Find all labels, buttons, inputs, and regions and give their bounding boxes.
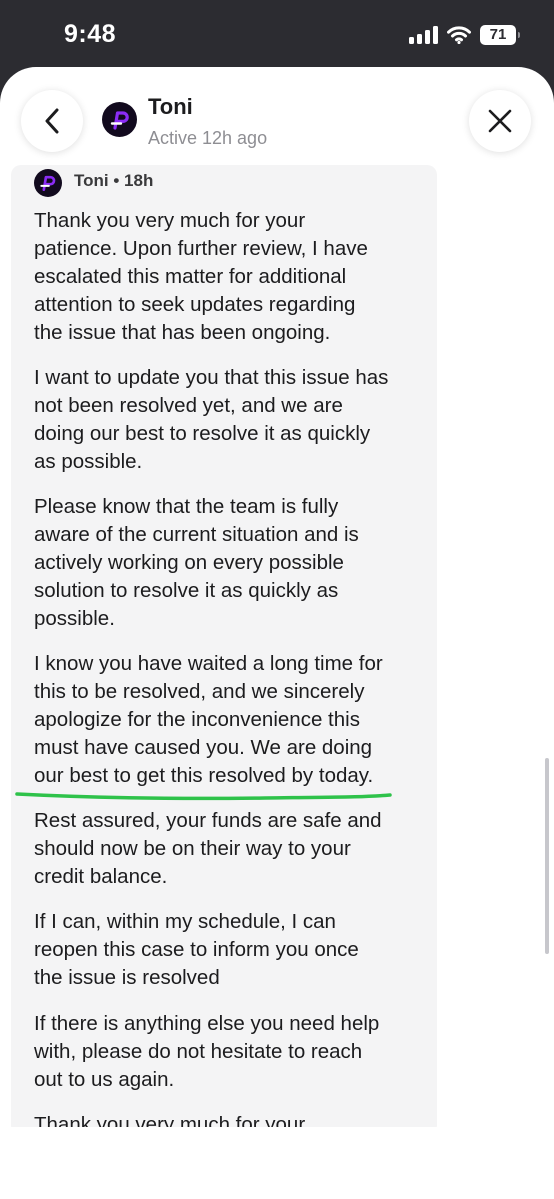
message-paragraph: Thank you very much for your [34, 1113, 306, 1127]
message-paragraph: Thank you very much for your patience. U… [34, 209, 368, 344]
message-author: Toni [74, 171, 109, 190]
message-meta: Toni • 18h [74, 171, 153, 191]
message-card: Toni • 18h Thank you very much for your … [11, 165, 437, 1127]
highlight-underline [15, 792, 392, 801]
status-time: 9:48 [64, 20, 117, 48]
message-time: 18h [124, 171, 154, 190]
message-paragraph: Please know that the team is fully aware… [34, 495, 359, 630]
scrollbar-thumb[interactable] [545, 758, 549, 954]
brand-logo-icon [40, 175, 56, 191]
close-button[interactable] [469, 90, 531, 152]
status-icons: 71 [409, 25, 520, 45]
battery-level: 71 [489, 26, 507, 43]
wifi-icon [447, 26, 471, 44]
message-paragraph: I want to update you that this issue has… [34, 366, 389, 473]
chevron-left-icon [45, 108, 59, 134]
battery-icon: 71 [480, 25, 520, 45]
contact-name: Toni [148, 94, 193, 119]
message-paragraph: I know you have waited a long time for t… [34, 652, 383, 787]
cellular-signal-icon [409, 26, 438, 44]
brand-logo-icon [110, 110, 129, 130]
meta-separator: • [108, 171, 125, 190]
back-button[interactable] [21, 90, 83, 152]
contact-status: Active 12h ago [148, 128, 268, 148]
message-avatar [34, 169, 62, 197]
close-icon [488, 109, 512, 133]
message-paragraph: If I can, within my schedule, I can reop… [34, 910, 359, 989]
avatar [102, 102, 137, 137]
message-paragraph: If there is anything else you need help … [34, 1012, 380, 1091]
message-paragraph: Rest assured, your funds are safe and sh… [34, 809, 382, 888]
chat-sheet: Toni Active 12h ago Toni • 18h Thank you… [0, 67, 554, 1127]
